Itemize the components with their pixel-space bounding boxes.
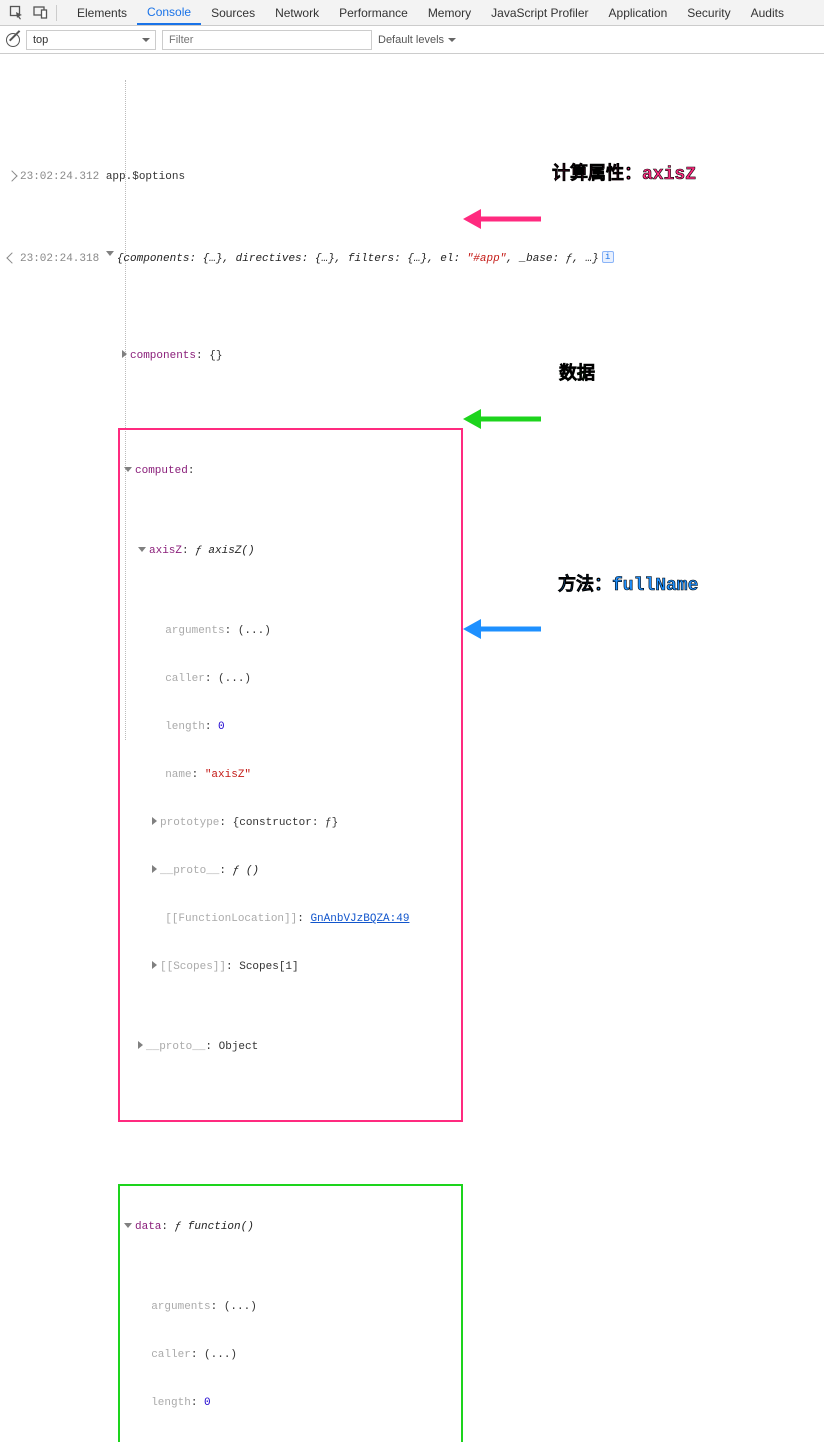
console-output: 23:02:24.312 app.$options 23:02:24.318 {… xyxy=(0,54,824,1442)
tabs: Elements Console Sources Network Perform… xyxy=(67,0,794,25)
console-row[interactable]: 23:02:24.312 app.$options xyxy=(0,168,824,186)
tab-elements[interactable]: Elements xyxy=(67,0,137,25)
tab-network[interactable]: Network xyxy=(265,0,329,25)
log-levels-dropdown[interactable]: Default levels xyxy=(378,34,456,46)
tab-jsprofiler[interactable]: JavaScript Profiler xyxy=(481,0,598,25)
highlight-box-data: data: ƒ function() arguments: (...) call… xyxy=(118,1184,463,1442)
info-icon[interactable]: i xyxy=(602,251,614,263)
expand-right-icon[interactable] xyxy=(152,961,157,969)
prop-key: components xyxy=(130,350,196,362)
chevron-left-icon xyxy=(6,252,17,263)
highlight-box-computed: computed: axisZ: ƒ axisZ() arguments: (.… xyxy=(118,428,463,1122)
device-toggle-icon[interactable] xyxy=(31,4,49,22)
arrow-icon xyxy=(463,174,543,264)
tab-sources[interactable]: Sources xyxy=(201,0,265,25)
expand-down-icon[interactable] xyxy=(124,1223,132,1228)
arrow-icon xyxy=(463,584,543,674)
arrow-icon xyxy=(463,374,543,464)
inspect-icon[interactable] xyxy=(7,4,25,22)
chevron-down-icon xyxy=(448,38,456,46)
tab-security[interactable]: Security xyxy=(677,0,740,25)
expand-right-icon[interactable] xyxy=(152,817,157,825)
clear-console-icon[interactable] xyxy=(6,33,20,47)
divider xyxy=(56,5,57,21)
annotation-methods: 方法：fullName xyxy=(558,578,698,594)
prop-key: computed xyxy=(135,465,188,477)
console-row[interactable]: 23:02:24.318 {components: {…}, directive… xyxy=(0,250,824,268)
tab-performance[interactable]: Performance xyxy=(329,0,418,25)
filter-input[interactable] xyxy=(162,30,372,50)
expand-down-icon[interactable] xyxy=(124,467,132,472)
object-summary: {components: {…}, directives: {…}, filte… xyxy=(117,253,467,265)
annotation-computed: 计算属性：axisZ xyxy=(552,167,696,183)
expression: app.$options xyxy=(106,169,185,185)
prop-key: data xyxy=(135,1221,161,1233)
source-link[interactable]: GnAnbVJzBQZA:49 xyxy=(310,913,409,925)
console-toolbar: Default levels xyxy=(0,26,824,54)
tab-audits[interactable]: Audits xyxy=(741,0,794,25)
expand-down-icon[interactable] xyxy=(106,251,114,256)
expand-right-icon[interactable] xyxy=(122,350,127,358)
context-selector[interactable] xyxy=(26,30,156,50)
tab-console[interactable]: Console xyxy=(137,0,201,25)
log-levels-label: Default levels xyxy=(378,34,444,46)
expand-right-icon[interactable] xyxy=(138,1041,143,1049)
chevron-right-icon xyxy=(6,170,17,181)
timestamp: 23:02:24.312 xyxy=(20,169,99,185)
timestamp: 23:02:24.318 xyxy=(20,251,99,267)
expand-down-icon[interactable] xyxy=(138,547,146,552)
tab-application[interactable]: Application xyxy=(599,0,678,25)
expand-right-icon[interactable] xyxy=(152,865,157,873)
annotation-data: 数据 xyxy=(559,367,595,383)
tab-memory[interactable]: Memory xyxy=(418,0,481,25)
devtools-tabbar: Elements Console Sources Network Perform… xyxy=(0,0,824,26)
